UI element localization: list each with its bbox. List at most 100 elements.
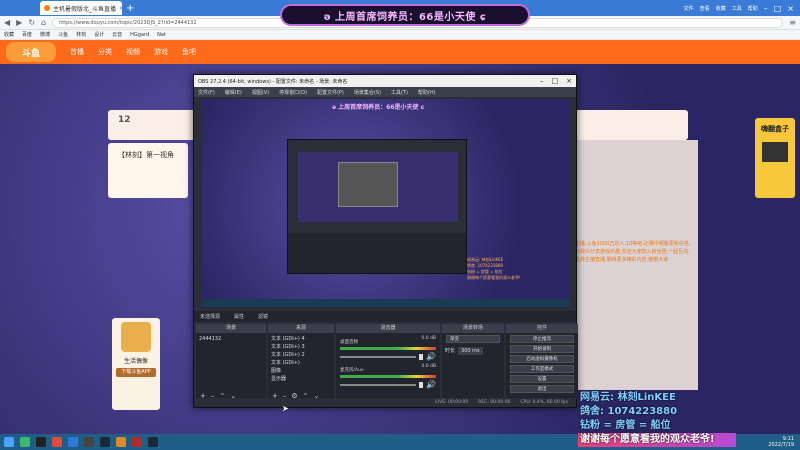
- stop-streaming-button[interactable]: 停止推流: [510, 335, 574, 343]
- qq-icon[interactable]: [36, 437, 46, 447]
- obs-preview[interactable]: ə 上周首席饲养员：66是小天使 ɕ 网易云: 林刻LinKEE 鸽舍: 107…: [202, 99, 570, 307]
- channel-name: 麦克风/Aux: [340, 368, 364, 373]
- nav-item-fishbar[interactable]: 鱼吧: [182, 47, 196, 57]
- transition-select[interactable]: 渐变: [446, 335, 500, 343]
- virtual-camera-button[interactable]: 启动虚拟摄像机: [510, 355, 574, 363]
- nav-item-category[interactable]: 分类: [98, 47, 112, 57]
- window-menu-view[interactable]: 查看: [700, 5, 710, 12]
- obs-menu-file[interactable]: 文件(F): [198, 89, 215, 96]
- source-item[interactable]: 文本 (GDI+) 2: [271, 351, 331, 359]
- browser-tab[interactable]: 主机暑假版北_斗鱼直播 ×: [40, 1, 122, 15]
- obs-menu-help[interactable]: 帮助(H): [418, 89, 436, 96]
- window-menu-help[interactable]: 帮助: [748, 5, 758, 12]
- maximize-icon[interactable]: □: [774, 4, 782, 13]
- bookmark-item[interactable]: 斗鱼: [58, 31, 68, 38]
- speaker-icon[interactable]: 🔊: [426, 352, 436, 361]
- bookmark-item[interactable]: 微博: [40, 31, 50, 38]
- steam-icon[interactable]: [100, 437, 110, 447]
- nav-item-home[interactable]: 首播: [70, 47, 84, 57]
- system-tray[interactable]: 9:11 2022/7/19: [768, 436, 800, 448]
- ad-box-image: [762, 142, 788, 162]
- obs-menu-edit[interactable]: 编辑(E): [225, 89, 242, 96]
- obs-menu-docks[interactable]: 停靠窗口(D): [279, 89, 307, 96]
- exit-button[interactable]: 退出: [510, 385, 574, 393]
- nested-docks: [288, 233, 466, 273]
- sources-dock: 来源 文本 (GDI+) 4 文本 (GDI+) 3 文本 (GDI+) 2 文…: [268, 324, 334, 400]
- scene-item[interactable]: 2444132: [199, 335, 263, 343]
- ad-banner[interactable]: 嗨翻盒子: [755, 118, 795, 198]
- obs-menu-profile[interactable]: 配置文件(P): [317, 89, 344, 96]
- window-menu-file[interactable]: 文件: [684, 5, 694, 12]
- forward-icon[interactable]: ▶: [16, 18, 22, 27]
- mixer-dock: 混音器 桌面音频 0.0 dB 🔊 麦克风/Aux 0.0 dB 🔊: [336, 324, 440, 400]
- speaker-icon[interactable]: 🔊: [426, 380, 436, 389]
- home-icon[interactable]: ⌂: [41, 18, 46, 27]
- minimize-icon[interactable]: –: [764, 4, 768, 13]
- settings-button[interactable]: 设置: [510, 375, 574, 383]
- level-meter: [340, 375, 436, 378]
- overlay-line-netease: 网易云: 林刻LinKEE: [580, 392, 676, 403]
- badge-card: 生活偶像 下载斗鱼APP: [112, 318, 160, 410]
- badge-title: 生活偶像: [123, 358, 148, 365]
- obs-statusbar: LIVE: 00:00:00 REC: 00:00:00 CPU: 0.4%, …: [194, 398, 576, 407]
- studio-mode-button[interactable]: 工作室模式: [510, 365, 574, 373]
- obs-menu-tools[interactable]: 工具(T): [391, 89, 408, 96]
- duration-input[interactable]: 300 ms: [458, 347, 483, 355]
- obs-icon[interactable]: [84, 437, 94, 447]
- scenes-dock-title: 场景: [196, 324, 266, 333]
- bookmark-item[interactable]: 收藏: [4, 31, 14, 38]
- transitions-dock-title: 场景转场: [442, 324, 504, 333]
- obs-maximize-icon[interactable]: □: [552, 77, 559, 85]
- steam-icon[interactable]: [148, 437, 158, 447]
- netease-music-icon[interactable]: [132, 437, 142, 447]
- nested-inner-window: [338, 162, 398, 207]
- overlay-line-thanks: 谢谢每个愿意看我的观众老爷!: [578, 433, 736, 447]
- bookmark-item[interactable]: Net: [157, 32, 166, 38]
- obs-minimize-icon[interactable]: –: [540, 77, 544, 85]
- douyu-logo[interactable]: 斗鱼: [6, 42, 56, 62]
- sources-dock-title: 来源: [268, 324, 334, 333]
- browser-icon[interactable]: [68, 437, 78, 447]
- source-item[interactable]: 文本 (GDI+) 3: [271, 343, 331, 351]
- app-icon[interactable]: [52, 437, 62, 447]
- bookmark-item[interactable]: 林刻: [76, 31, 86, 38]
- tab-close-icon[interactable]: ×: [119, 5, 122, 12]
- source-item[interactable]: 图像: [271, 367, 331, 375]
- badge-button[interactable]: 下载斗鱼APP: [116, 368, 156, 377]
- window-menu-favorites[interactable]: 收藏: [716, 5, 726, 12]
- properties-button[interactable]: 属性: [234, 313, 244, 320]
- volume-slider[interactable]: 🔊: [340, 380, 436, 389]
- overlay-line-fans: 钻粉 = 房管 = 船位: [580, 420, 671, 431]
- close-icon[interactable]: ×: [787, 4, 794, 13]
- back-icon[interactable]: ◀: [4, 18, 10, 27]
- obs-menu-view[interactable]: 视图(V): [252, 89, 269, 96]
- bookmarks-bar: 收藏 百度 微博 斗鱼 林刻 设计 云音 HGgard Net: [0, 30, 800, 40]
- source-item[interactable]: 文本 (GDI+) 4: [271, 335, 331, 343]
- clock-date: 2022/7/19: [768, 442, 794, 448]
- source-item[interactable]: 文本 (GDI+): [271, 359, 331, 367]
- source-item[interactable]: 显示器: [271, 375, 331, 383]
- window-menu-tools[interactable]: 工具: [732, 5, 742, 12]
- nav-item-game[interactable]: 游戏: [154, 47, 168, 57]
- mouse-cursor-icon: ➤: [282, 404, 289, 413]
- start-recording-button[interactable]: 开始录制: [510, 345, 574, 353]
- obs-close-icon[interactable]: ×: [566, 77, 572, 85]
- start-icon[interactable]: [4, 437, 14, 447]
- level-meter: [340, 347, 436, 350]
- volume-slider[interactable]: 🔊: [340, 352, 436, 361]
- folder-icon[interactable]: [116, 437, 126, 447]
- channel-level: 0.0 dB: [421, 336, 436, 341]
- bookmark-item[interactable]: 云音: [112, 31, 122, 38]
- new-tab-button[interactable]: +: [126, 3, 134, 14]
- bookmark-item[interactable]: 百度: [22, 31, 32, 38]
- obs-menu-scene-collection[interactable]: 场景集合(S): [354, 89, 381, 96]
- bookmark-item[interactable]: 设计: [94, 31, 104, 38]
- wechat-icon[interactable]: [20, 437, 30, 447]
- filters-button[interactable]: 滤镜: [258, 313, 268, 320]
- menu-icon[interactable]: ≡: [789, 18, 796, 27]
- live-time: LIVE: 00:00:00: [435, 400, 469, 405]
- nav-item-video[interactable]: 视频: [126, 47, 140, 57]
- badge-image: [121, 322, 151, 352]
- reload-icon[interactable]: ↻: [28, 18, 35, 27]
- bookmark-item[interactable]: HGgard: [130, 32, 149, 38]
